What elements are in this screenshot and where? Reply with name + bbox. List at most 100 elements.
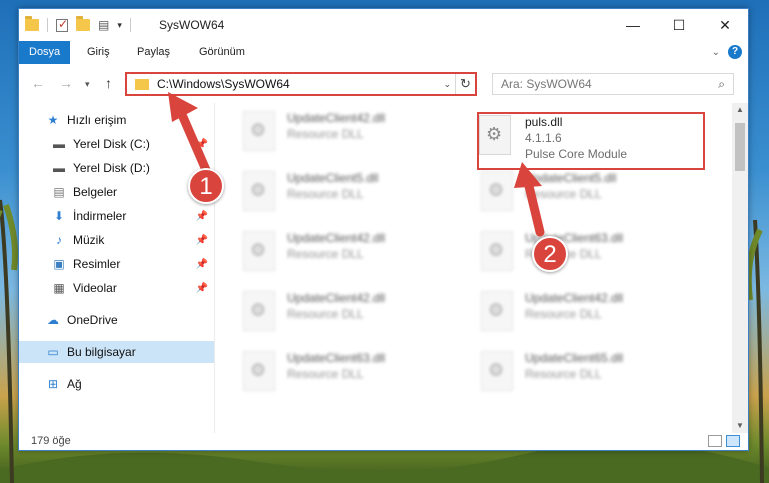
file-description: Resource DLL	[287, 307, 364, 321]
navigation-pane: ★ Hızlı erişim ▬ Yerel Disk (C:) 📌 ▬ Yer…	[19, 103, 214, 433]
window-controls: — ☐ ✕	[610, 9, 748, 41]
close-button[interactable]: ✕	[702, 9, 748, 41]
chevron-down-icon[interactable]: ▾	[117, 20, 122, 31]
ribbon-tabs: Dosya Giriş Paylaş Görünüm ⌄ ?	[19, 41, 748, 64]
file-item[interactable]: UpdateClient42.dll Resource DLL	[215, 225, 445, 277]
expand-ribbon-icon[interactable]: ⌄	[712, 47, 720, 58]
file-description: Resource DLL	[287, 367, 364, 381]
step-badge-1: 1	[188, 168, 224, 204]
details-view-icon[interactable]	[708, 435, 722, 447]
minimize-button[interactable]: —	[610, 9, 656, 41]
refresh-icon[interactable]: ↻	[455, 74, 475, 94]
search-icon[interactable]: ⌕	[718, 77, 725, 92]
scroll-down-icon[interactable]: ▼	[732, 419, 748, 433]
file-description: Resource DLL	[525, 367, 602, 381]
tab-gorunum[interactable]: Görünüm	[189, 41, 255, 64]
video-icon: ▦	[53, 281, 65, 295]
dll-file-icon	[481, 171, 513, 211]
file-item[interactable]: UpdateClient65.dll Resource DLL	[453, 345, 683, 397]
download-icon: ⬇	[53, 209, 65, 223]
file-item[interactable]: UpdateClient42.dll Resource DLL	[215, 105, 445, 157]
chevron-down-icon[interactable]: ⌄	[443, 79, 451, 90]
pin-icon[interactable]: 📌	[196, 283, 208, 294]
sidebar-item-quick-access[interactable]: ★ Hızlı erişim	[19, 109, 214, 131]
sidebar-item-label: OneDrive	[67, 313, 118, 327]
search-box[interactable]: Ara: SysWOW64 ⌕	[492, 73, 734, 95]
sidebar-item-label: İndirmeler	[73, 209, 127, 223]
view-toggle	[708, 435, 740, 447]
tab-paylas[interactable]: Paylaş	[127, 41, 180, 64]
large-icons-view-icon[interactable]	[726, 435, 740, 447]
file-name: UpdateClient42.dll	[287, 291, 386, 305]
drive-icon: ▬	[53, 161, 65, 175]
up-arrow-icon[interactable]: ↑	[105, 75, 112, 91]
pin-icon[interactable]: 📌	[196, 211, 208, 222]
dll-file-icon	[243, 111, 275, 151]
pin-icon[interactable]: 📌	[196, 139, 208, 150]
sidebar-item-label: Videolar	[73, 281, 117, 295]
separator	[47, 18, 48, 32]
scrollbar-thumb[interactable]	[735, 123, 745, 171]
sidebar-item-label: Resimler	[73, 257, 121, 271]
sidebar-item-label: Yerel Disk (D:)	[73, 161, 150, 175]
file-item[interactable]: UpdateClient63.dll Resource DLL	[453, 225, 683, 277]
window-title: SysWOW64	[159, 18, 225, 32]
sidebar-item-label: Belgeler	[73, 185, 118, 199]
sidebar-item-this-pc[interactable]: ▭ Bu bilgisayar	[19, 341, 214, 363]
file-description: Resource DLL	[525, 307, 602, 321]
pin-icon[interactable]: 📌	[196, 259, 208, 270]
back-arrow-icon[interactable]: ←	[31, 75, 45, 91]
navigation-bar: ← → ▾ ↑ C:\Windows\SysWOW64 ⌄ ↻ Ara: Sys…	[19, 67, 748, 101]
sidebar-item-pictures[interactable]: ▣ Resimler 📌	[19, 253, 214, 275]
pin-icon[interactable]: 📌	[196, 235, 208, 246]
search-input[interactable]: Ara: SysWOW64	[501, 77, 718, 91]
help-icon[interactable]: ?	[728, 45, 742, 59]
sidebar-item-documents[interactable]: ▤ Belgeler	[19, 181, 214, 203]
properties-icon[interactable]	[56, 17, 68, 32]
customize-toolbar-icon[interactable]: ▤	[98, 18, 109, 32]
file-item[interactable]: UpdateClient63.dll Resource DLL	[215, 345, 445, 397]
dll-file-icon	[481, 291, 513, 331]
file-name: UpdateClient42.dll	[287, 111, 386, 125]
dll-file-icon	[243, 291, 275, 331]
forward-arrow-icon[interactable]: →	[59, 75, 73, 91]
address-bar[interactable]: C:\Windows\SysWOW64 ⌄ ↻	[125, 72, 477, 96]
sidebar-item-local-disk-d[interactable]: ▬ Yerel Disk (D:)	[19, 157, 214, 179]
file-description: Resource DLL	[287, 247, 364, 261]
file-name: UpdateClient63.dll	[287, 351, 386, 365]
address-path[interactable]: C:\Windows\SysWOW64	[157, 77, 443, 91]
item-count: 179 öğe	[31, 435, 71, 447]
sidebar-item-onedrive[interactable]: ☁ OneDrive	[19, 309, 214, 331]
sidebar-item-videos[interactable]: ▦ Videolar 📌	[19, 277, 214, 299]
computer-icon: ▭	[47, 345, 59, 359]
highlight-box	[477, 112, 705, 170]
dll-file-icon	[481, 231, 513, 271]
quick-access-toolbar: ▤ ▾	[25, 16, 131, 32]
drive-icon: ▬	[53, 137, 65, 151]
sidebar-item-network[interactable]: ⊞ Ağ	[19, 373, 214, 395]
pictures-icon: ▣	[53, 257, 65, 271]
tab-dosya[interactable]: Dosya	[19, 41, 71, 64]
file-item[interactable]: UpdateClient5.dll Resource DLL	[453, 165, 683, 217]
sidebar-item-local-disk-c[interactable]: ▬ Yerel Disk (C:) 📌	[19, 133, 214, 155]
sidebar-item-label: Bu bilgisayar	[67, 345, 136, 359]
file-item[interactable]: UpdateClient5.dll Resource DLL	[215, 165, 445, 217]
scroll-up-icon[interactable]: ▲	[732, 103, 748, 117]
file-item[interactable]: UpdateClient42.dll Resource DLL	[215, 285, 445, 337]
sidebar-item-label: Müzik	[73, 233, 105, 247]
file-name: UpdateClient42.dll	[287, 231, 386, 245]
file-item[interactable]: UpdateClient42.dll Resource DLL	[453, 285, 683, 337]
star-icon: ★	[47, 113, 59, 127]
vertical-scrollbar[interactable]: ▲ ▼	[732, 103, 748, 433]
maximize-button[interactable]: ☐	[656, 9, 702, 41]
tab-giris[interactable]: Giriş	[77, 41, 120, 64]
new-folder-icon[interactable]	[76, 16, 90, 31]
sidebar-item-label: Hızlı erişim	[67, 113, 127, 127]
cloud-icon: ☁	[47, 313, 59, 327]
dll-file-icon	[243, 231, 275, 271]
sidebar-item-music[interactable]: ♪ Müzik 📌	[19, 229, 214, 251]
sidebar-item-downloads[interactable]: ⬇ İndirmeler 📌	[19, 205, 214, 227]
recent-locations-icon[interactable]: ▾	[85, 79, 90, 90]
file-description: Resource DLL	[287, 127, 364, 141]
sidebar-item-label: Ağ	[67, 377, 82, 391]
